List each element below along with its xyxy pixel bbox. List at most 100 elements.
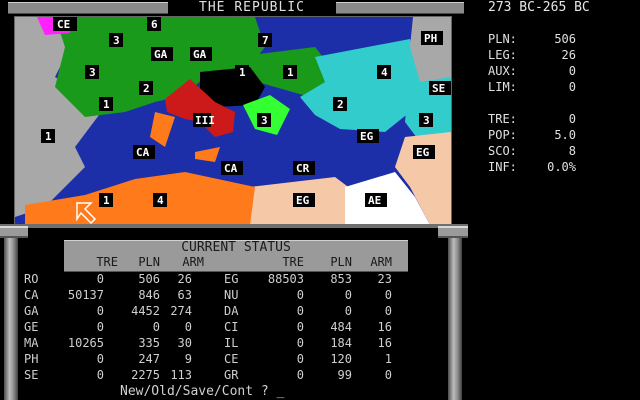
frame-lintel (0, 224, 468, 228)
left-pln: 846 (138, 288, 160, 302)
right-tre: 88503 (267, 272, 304, 286)
left-pln: 506 (138, 272, 160, 286)
right-pln: 0 (344, 304, 352, 318)
right-pln: 853 (330, 272, 352, 286)
right-arm: 0 (384, 288, 392, 302)
left-arm: 30 (177, 336, 192, 350)
right-code: CI (224, 320, 239, 334)
game-title: THE REPUBLIC (199, 0, 305, 15)
left-pln: 2275 (131, 368, 160, 382)
title-plate-left (8, 2, 168, 14)
left-tre: 50137 (67, 288, 104, 302)
right-tre: 0 (296, 320, 304, 334)
left-tre: 0 (96, 352, 104, 366)
label-eg3: EG (293, 193, 315, 207)
svg-text:4: 4 (157, 194, 164, 207)
left-tre: 0 (96, 320, 104, 334)
left-code: GE (24, 320, 39, 334)
label-1b: 1 (283, 65, 297, 79)
right-arm: 16 (377, 336, 392, 350)
right-pln: 484 (330, 320, 352, 334)
label-ca1: CA (133, 145, 155, 159)
svg-text:1: 1 (103, 98, 110, 111)
status-header: CURRENT STATUS TRE PLN ARM TRE PLN ARM (64, 240, 408, 272)
right-tre: 0 (296, 368, 304, 382)
svg-text:III: III (195, 114, 215, 127)
column-capital-right (438, 226, 468, 238)
title-plate-right (336, 2, 464, 14)
right-code: NU (224, 288, 239, 302)
label-6: 6 (147, 17, 161, 31)
stat-value: 0 (568, 80, 576, 94)
left-pln: 0 (152, 320, 160, 334)
label-eg1: EG (357, 129, 379, 143)
label-1d: 1 (41, 129, 55, 143)
stat-value: 8 (568, 144, 576, 158)
right-arm: 16 (377, 320, 392, 334)
left-arm: 9 (184, 352, 192, 366)
svg-text:EG: EG (360, 130, 374, 143)
right-pln: 120 (330, 352, 352, 366)
label-ga2: GA (190, 47, 212, 61)
title-bar: THE REPUBLIC (0, 0, 466, 16)
label-1c: 1 (99, 97, 113, 111)
stat-value: 506 (554, 32, 576, 46)
svg-text:EG: EG (296, 194, 310, 207)
label-ae: AE (365, 193, 387, 207)
right-code: EG (224, 272, 239, 286)
label-3a: 3 (109, 33, 123, 47)
label-ga1: GA (151, 47, 173, 61)
command-prompt[interactable]: New/Old/Save/Cont ? _ (120, 384, 284, 399)
svg-text:CR: CR (296, 162, 310, 175)
left-code: GA (24, 304, 39, 318)
label-ce-n: CE (53, 17, 77, 31)
svg-text:3: 3 (89, 66, 96, 79)
stat-value: 5.0 (554, 128, 576, 142)
right-tre: 0 (296, 352, 304, 366)
left-tre: 0 (96, 368, 104, 382)
left-arm: 113 (170, 368, 192, 382)
right-tre: 0 (296, 288, 304, 302)
stat-label: INF: (488, 160, 517, 174)
right-pln: 99 (337, 368, 352, 382)
label-3c: 3 (419, 113, 433, 127)
stat-label: LIM: (488, 80, 517, 94)
svg-text:EG: EG (416, 146, 430, 159)
label-1a: 1 (235, 65, 249, 79)
svg-text:1: 1 (103, 194, 110, 207)
stat-label: AUX: (488, 64, 517, 78)
left-tre: 0 (96, 304, 104, 318)
label-eg2: EG (413, 145, 435, 159)
label-ph: PH (421, 31, 443, 45)
svg-text:6: 6 (151, 18, 158, 31)
left-arm: 0 (184, 320, 192, 334)
map-svg[interactable]: CE 6 3 GA GA 7 PH 3 2 1 1 1 4 SE 2 3 1 I… (15, 17, 451, 225)
left-arm: 274 (170, 304, 192, 318)
label-4b: 4 (153, 193, 167, 207)
right-arm: 0 (384, 368, 392, 382)
label-3b: 3 (85, 65, 99, 79)
svg-text:CA: CA (136, 146, 150, 159)
svg-text:AE: AE (368, 194, 381, 207)
right-code: GR (224, 368, 239, 382)
stat-label: PLN: (488, 32, 517, 46)
svg-text:GA: GA (193, 48, 207, 61)
date-range: 273 BC-265 BC (488, 0, 590, 15)
svg-text:4: 4 (381, 66, 388, 79)
left-pln: 4452 (131, 304, 160, 318)
label-2b: 2 (333, 97, 347, 111)
stat-value: 26 (561, 48, 576, 62)
right-pln: 0 (344, 288, 352, 302)
right-pln: 184 (330, 336, 352, 350)
label-3d: 3 (257, 113, 271, 127)
svg-text:1: 1 (239, 66, 246, 79)
svg-text:2: 2 (337, 98, 344, 111)
col-tre-right: TRE (282, 255, 304, 269)
column-right (448, 238, 462, 400)
stat-label: LEG: (488, 48, 517, 62)
label-ca2: CA (221, 161, 243, 175)
left-code: PH (24, 352, 39, 366)
stat-label: POP: (488, 128, 517, 142)
left-code: CA (24, 288, 39, 302)
world-map[interactable]: CE 6 3 GA GA 7 PH 3 2 1 1 1 4 SE 2 3 1 I… (14, 16, 452, 226)
